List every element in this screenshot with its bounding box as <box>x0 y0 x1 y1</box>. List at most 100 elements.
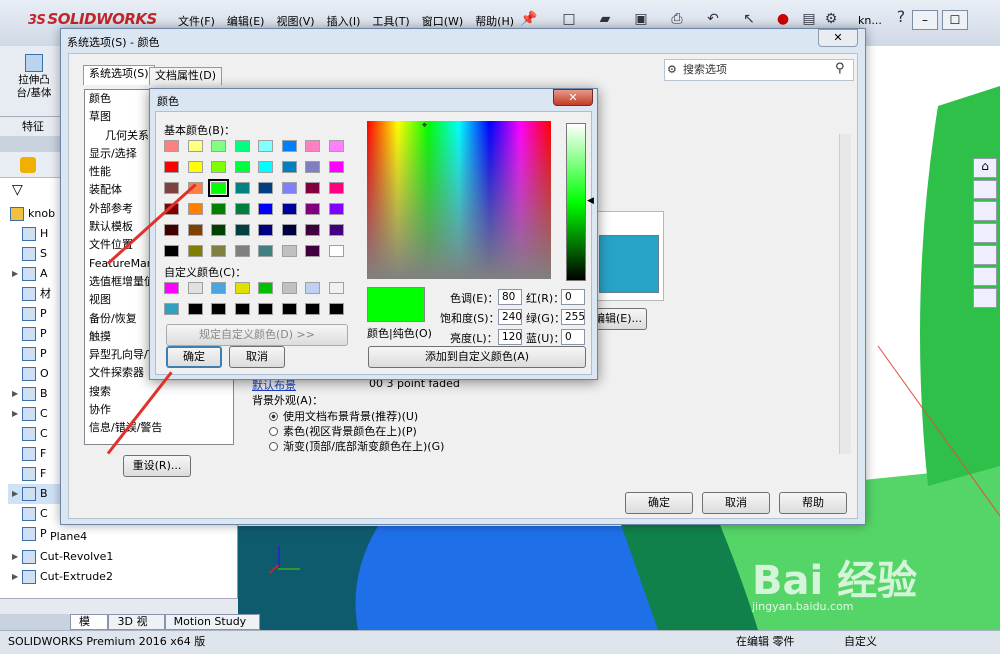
color-swatch[interactable] <box>281 182 297 194</box>
category-item[interactable]: 协作 <box>85 401 233 419</box>
tree-item-plane4[interactable]: Plane4 <box>50 527 87 547</box>
tab-model[interactable]: 模型 <box>70 614 109 642</box>
library-icon[interactable] <box>973 179 997 200</box>
minimize-icon[interactable]: – <box>912 10 938 30</box>
color-swatch[interactable] <box>258 140 273 152</box>
green-input[interactable]: 255 <box>561 309 585 325</box>
color-spectrum[interactable] <box>367 121 551 279</box>
color-swatch[interactable] <box>305 182 320 194</box>
gear-icon[interactable]: ⚙ <box>822 10 840 28</box>
options-scrollbar[interactable] <box>839 134 851 454</box>
add-to-custom-colors-button[interactable]: 添加到自定义颜色(A) <box>368 346 586 368</box>
filter-icon[interactable]: ▽ <box>12 182 23 198</box>
color-swatch[interactable] <box>211 140 226 152</box>
tab-motion-study[interactable]: Motion Study 1 <box>164 614 260 642</box>
tree-item[interactable]: C <box>8 504 48 524</box>
color-swatch[interactable] <box>305 140 320 152</box>
color-swatch[interactable] <box>281 282 297 294</box>
print-icon[interactable]: ⎙ <box>668 10 686 28</box>
color-swatch[interactable] <box>258 182 273 194</box>
close-icon[interactable]: ✕ <box>553 89 593 106</box>
tree-item[interactable]: ▶ A <box>8 264 48 284</box>
tab-features[interactable]: 特征 <box>0 116 62 136</box>
color-swatch[interactable] <box>164 224 179 236</box>
color-swatch[interactable] <box>187 245 203 257</box>
color-swatch[interactable] <box>258 282 273 294</box>
menu-help[interactable]: 帮助(H) <box>469 13 520 29</box>
tab-document-properties[interactable]: 文档属性(D) <box>149 67 223 85</box>
menu-window[interactable]: 窗口(W) <box>416 13 469 29</box>
color-swatch[interactable] <box>211 203 226 215</box>
color-swatch[interactable] <box>234 140 250 152</box>
luminance-slider[interactable] <box>566 123 586 281</box>
tree-item[interactable]: P <box>8 324 47 344</box>
color-swatch[interactable] <box>211 224 226 236</box>
tree-item[interactable]: F <box>8 464 46 484</box>
color-swatch[interactable] <box>258 161 273 173</box>
maximize-icon[interactable]: ☐ <box>942 10 968 30</box>
color-swatch[interactable] <box>211 161 226 173</box>
custom-properties-icon[interactable] <box>973 266 997 287</box>
color-swatch[interactable] <box>187 282 203 294</box>
color-swatch[interactable] <box>305 161 320 173</box>
status-custom[interactable]: 自定义 <box>844 631 877 653</box>
home-icon[interactable]: ⌂ <box>973 158 997 178</box>
color-swatch[interactable] <box>211 245 226 257</box>
menu-edit[interactable]: 编辑(E) <box>221 13 271 29</box>
color-swatch[interactable] <box>234 303 250 315</box>
color-swatch[interactable] <box>164 140 179 152</box>
close-icon[interactable]: ✕ <box>818 29 858 47</box>
color-swatch[interactable] <box>187 303 203 315</box>
color-swatch[interactable] <box>328 303 344 315</box>
tree-item-cut-revolve1[interactable]: ▶ Cut-Revolve1 <box>8 547 113 567</box>
color-swatch[interactable] <box>164 245 179 257</box>
tree-item[interactable]: ▶ B <box>8 384 48 404</box>
ok-button[interactable]: 确定 <box>625 492 693 514</box>
color-swatch[interactable] <box>328 224 344 236</box>
user-name[interactable]: kn... <box>858 14 882 27</box>
tree-item[interactable]: O <box>8 364 49 384</box>
color-swatch[interactable] <box>164 303 179 315</box>
color-swatch[interactable] <box>305 303 320 315</box>
menu-file[interactable]: 文件(F) <box>172 13 221 29</box>
color-swatch[interactable] <box>328 282 344 294</box>
color-swatch[interactable] <box>281 224 297 236</box>
menu-view[interactable]: 视图(V) <box>270 13 320 29</box>
tree-item[interactable]: P <box>8 304 47 324</box>
color-swatch[interactable] <box>258 245 273 257</box>
rebuild-icon[interactable]: ▤ <box>800 10 818 28</box>
color-swatch[interactable] <box>164 182 179 194</box>
color-swatch[interactable] <box>211 282 226 294</box>
color-swatch[interactable] <box>258 303 273 315</box>
color-swatch[interactable] <box>328 203 344 215</box>
help-button[interactable]: 帮助 <box>779 492 847 514</box>
undo-icon[interactable]: ↶ <box>704 10 722 28</box>
ok-button[interactable]: 确定 <box>166 346 222 368</box>
color-swatch[interactable] <box>328 245 344 257</box>
traffic-light-icon[interactable]: ● <box>774 10 792 28</box>
pin-icon[interactable]: 📌 <box>520 10 538 28</box>
define-custom-colors-button[interactable]: 规定自定义颜色(D) >> <box>166 324 348 346</box>
color-swatch[interactable] <box>234 161 250 173</box>
color-swatch[interactable] <box>208 179 229 197</box>
color-swatch[interactable] <box>305 224 320 236</box>
open-folder-icon[interactable]: ▰ <box>596 10 614 28</box>
search-input[interactable]: ⚙ 搜索选项 ⚲ <box>664 59 854 81</box>
new-document-icon[interactable]: □ <box>560 10 578 28</box>
help-question-icon[interactable]: ? <box>892 8 910 26</box>
luminance-input[interactable]: 120 <box>498 329 522 345</box>
view-palette-icon[interactable] <box>973 223 997 243</box>
tree-item-cut-extrude2[interactable]: ▶ Cut-Extrude2 <box>8 567 113 587</box>
tree-item[interactable]: ▶ B <box>8 484 68 504</box>
file-explorer-icon[interactable] <box>973 201 997 222</box>
radio-document-scene[interactable]: 使用文档布景背景(推荐)(U) <box>269 408 418 424</box>
menu-tools[interactable]: 工具(T) <box>366 13 415 29</box>
color-swatch[interactable] <box>281 303 297 315</box>
feature-tree-icon[interactable] <box>20 157 36 173</box>
color-swatch[interactable] <box>281 140 297 152</box>
tree-item[interactable]: ▶ C <box>8 404 48 424</box>
search-icon[interactable]: ⚲ <box>835 59 845 79</box>
color-swatch[interactable] <box>281 161 297 173</box>
color-swatch[interactable] <box>234 203 250 215</box>
color-swatch[interactable] <box>164 282 179 294</box>
